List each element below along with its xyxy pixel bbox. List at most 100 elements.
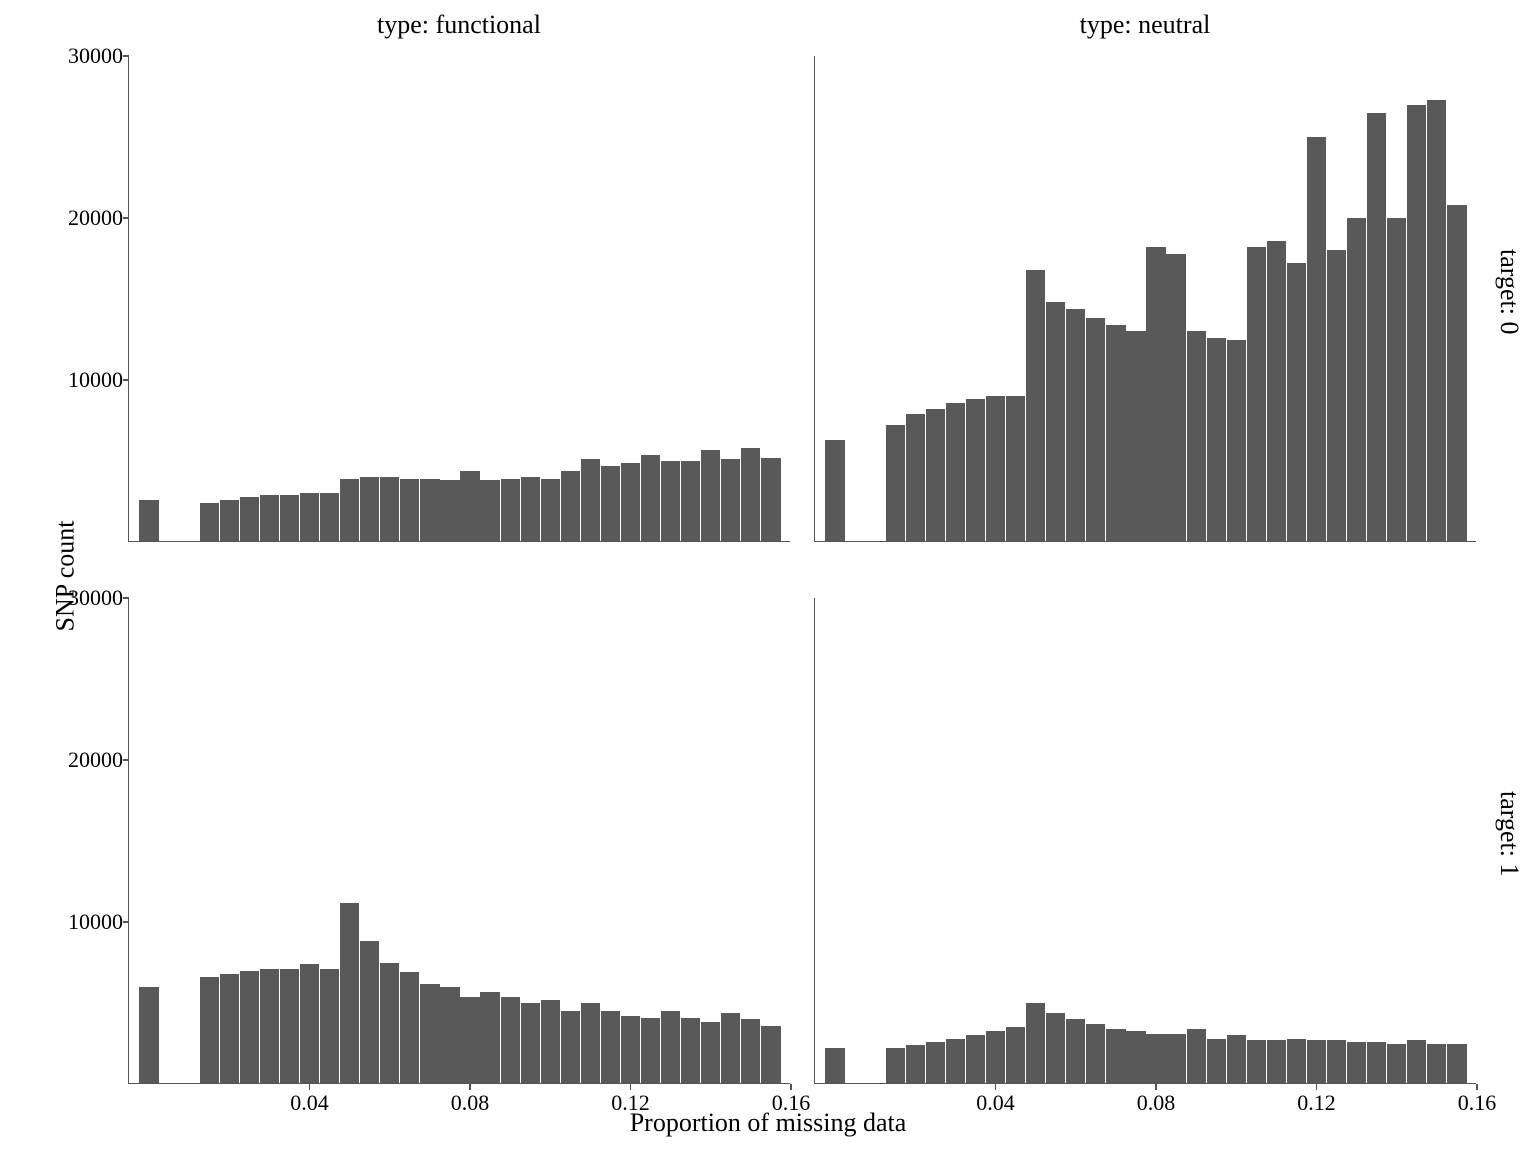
- histogram-bar: [1086, 318, 1105, 542]
- plot-area: [815, 598, 1476, 1084]
- facet-figure: SNP count Proportion of missing data typ…: [0, 0, 1536, 1152]
- x-axis-line: [815, 541, 1476, 542]
- histogram-bar: [280, 969, 299, 1084]
- x-tick-label: 0.12: [1297, 1084, 1336, 1116]
- histogram-bar: [1086, 1024, 1105, 1084]
- histogram-bar: [1447, 205, 1466, 542]
- histogram-bar: [1427, 1044, 1446, 1085]
- histogram-bar: [1227, 340, 1246, 543]
- y-tick-label: 30000: [68, 585, 129, 611]
- histogram-bar: [966, 399, 985, 542]
- histogram-bar: [340, 479, 359, 542]
- histogram-bar: [621, 463, 640, 542]
- histogram-bar: [300, 964, 319, 1084]
- y-tick-label: 20000: [68, 205, 129, 231]
- facet-row-label-0: target: 0: [1494, 249, 1524, 334]
- histogram-bar: [1407, 105, 1426, 542]
- histogram-bar: [1247, 247, 1266, 542]
- histogram-bar: [260, 495, 279, 542]
- facet-col-label-functional: type: functional: [369, 10, 549, 40]
- histogram-bar: [1006, 1027, 1025, 1084]
- histogram-bar: [1187, 331, 1206, 542]
- histogram-bar: [1367, 113, 1386, 542]
- histogram-bar: [1146, 247, 1165, 542]
- histogram-bar: [541, 479, 560, 542]
- histogram-bar: [1046, 1013, 1065, 1084]
- histogram-bar: [886, 1048, 905, 1084]
- histogram-bar: [621, 1016, 640, 1084]
- histogram-bar: [825, 440, 844, 542]
- histogram-bar: [886, 425, 905, 542]
- histogram-bar: [541, 1000, 560, 1084]
- panel-neutral-1: 0.040.080.120.16: [814, 598, 1476, 1084]
- histogram-bar: [460, 471, 479, 542]
- histogram-bar: [601, 466, 620, 542]
- histogram-bar: [1227, 1035, 1246, 1084]
- histogram-bar: [641, 1018, 660, 1084]
- histogram-bar: [761, 1026, 780, 1084]
- y-tick-label: 20000: [68, 747, 129, 773]
- histogram-bar: [926, 409, 945, 542]
- histogram-bar: [581, 1003, 600, 1084]
- histogram-bar: [1207, 1039, 1226, 1084]
- histogram-bar: [501, 997, 520, 1084]
- histogram-bar: [320, 493, 339, 542]
- x-tick-label: 0.16: [1458, 1084, 1497, 1116]
- histogram-bar: [1187, 1029, 1206, 1084]
- histogram-bar: [1026, 1003, 1045, 1084]
- histogram-bar: [641, 455, 660, 542]
- x-tick-label: 0.04: [976, 1084, 1015, 1116]
- histogram-bar: [480, 480, 499, 542]
- histogram-bar: [661, 461, 680, 542]
- histogram-bar: [1126, 1031, 1145, 1084]
- histogram-bar: [661, 1011, 680, 1084]
- histogram-bar: [1066, 1019, 1085, 1084]
- histogram-bar: [1166, 254, 1185, 542]
- histogram-bar: [1287, 1039, 1306, 1084]
- histogram-bar: [260, 969, 279, 1084]
- histogram-bar: [1347, 218, 1366, 542]
- histogram-bar: [1307, 1040, 1326, 1084]
- histogram-bar: [946, 1039, 965, 1084]
- histogram-bar: [280, 495, 299, 542]
- histogram-bar: [1447, 1044, 1466, 1085]
- x-tick-label: 0.08: [1137, 1084, 1176, 1116]
- histogram-bar: [581, 459, 600, 542]
- histogram-bar: [601, 1011, 620, 1084]
- histogram-bar: [460, 997, 479, 1084]
- histogram-bar: [741, 448, 760, 542]
- histogram-bar: [220, 974, 239, 1084]
- histogram-bar: [1166, 1034, 1185, 1084]
- histogram-bar: [300, 493, 319, 542]
- x-axis-label: Proportion of missing data: [630, 1108, 907, 1138]
- panel-functional-0: 100002000030000: [128, 56, 790, 542]
- histogram-bar: [986, 1031, 1005, 1084]
- y-tick-label: 10000: [68, 909, 129, 935]
- histogram-bar: [240, 971, 259, 1084]
- histogram-bar: [721, 459, 740, 542]
- histogram-bar: [360, 477, 379, 542]
- histogram-bar: [320, 969, 339, 1084]
- plot-area: [129, 56, 790, 542]
- histogram-bar: [1427, 100, 1446, 542]
- histogram-bar: [380, 963, 399, 1085]
- histogram-bar: [1046, 302, 1065, 542]
- histogram-bar: [340, 903, 359, 1084]
- histogram-bar: [906, 414, 925, 542]
- histogram-bar: [906, 1045, 925, 1084]
- x-tick-label: 0.08: [451, 1084, 490, 1116]
- histogram-bar: [721, 1013, 740, 1084]
- histogram-bar: [1146, 1034, 1165, 1084]
- histogram-bar: [521, 1003, 540, 1084]
- histogram-bar: [1066, 309, 1085, 542]
- histogram-bar: [139, 500, 158, 542]
- histogram-bar: [1006, 396, 1025, 542]
- panel-neutral-0: [814, 56, 1476, 542]
- histogram-bar: [200, 977, 219, 1084]
- histogram-bar: [1207, 338, 1226, 542]
- histogram-bar: [200, 503, 219, 542]
- histogram-bar: [139, 987, 158, 1084]
- facet-col-label-neutral: type: neutral: [1055, 10, 1235, 40]
- histogram-bar: [1106, 1029, 1125, 1084]
- histogram-bar: [561, 1011, 580, 1084]
